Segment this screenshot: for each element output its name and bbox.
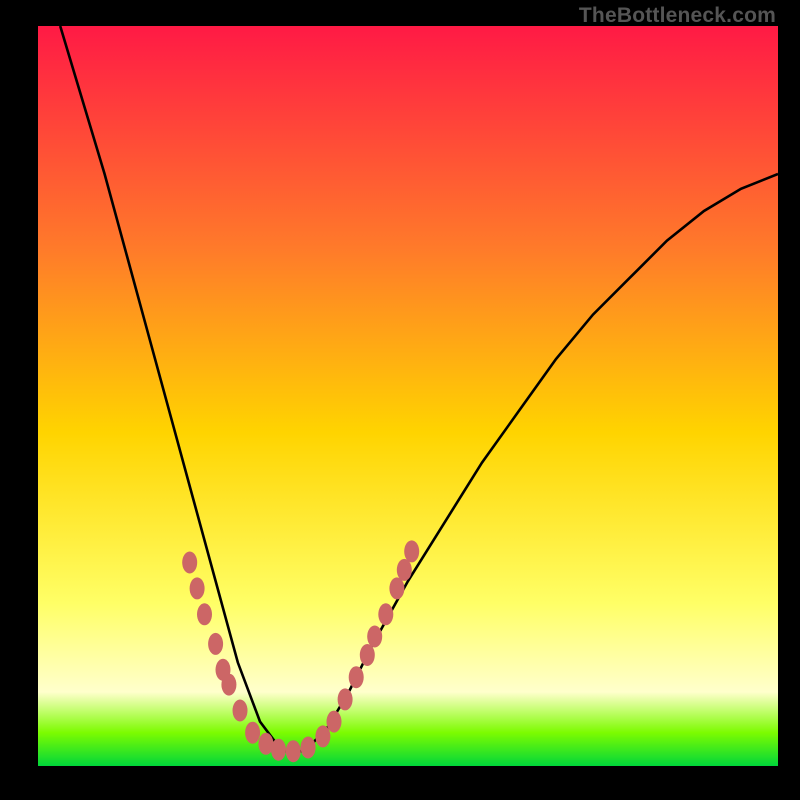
marker-point bbox=[315, 725, 330, 747]
marker-point bbox=[389, 577, 404, 599]
marker-point bbox=[349, 666, 364, 688]
marker-group bbox=[182, 540, 419, 762]
marker-point bbox=[182, 552, 197, 574]
marker-point bbox=[404, 540, 419, 562]
marker-point bbox=[190, 577, 205, 599]
marker-point bbox=[338, 688, 353, 710]
watermark-text: TheBottleneck.com bbox=[579, 4, 776, 28]
curve-layer bbox=[38, 26, 778, 766]
marker-point bbox=[367, 626, 382, 648]
marker-point bbox=[378, 603, 393, 625]
marker-point bbox=[360, 644, 375, 666]
plot-area bbox=[38, 26, 778, 766]
marker-point bbox=[197, 603, 212, 625]
marker-point bbox=[208, 633, 223, 655]
marker-point bbox=[271, 739, 286, 761]
marker-point bbox=[397, 559, 412, 581]
marker-point bbox=[301, 737, 316, 759]
marker-point bbox=[221, 674, 236, 696]
bottleneck-curve bbox=[60, 26, 778, 751]
marker-point bbox=[233, 700, 248, 722]
marker-point bbox=[245, 722, 260, 744]
chart-frame: TheBottleneck.com bbox=[0, 0, 800, 800]
marker-point bbox=[327, 711, 342, 733]
marker-point bbox=[286, 740, 301, 762]
